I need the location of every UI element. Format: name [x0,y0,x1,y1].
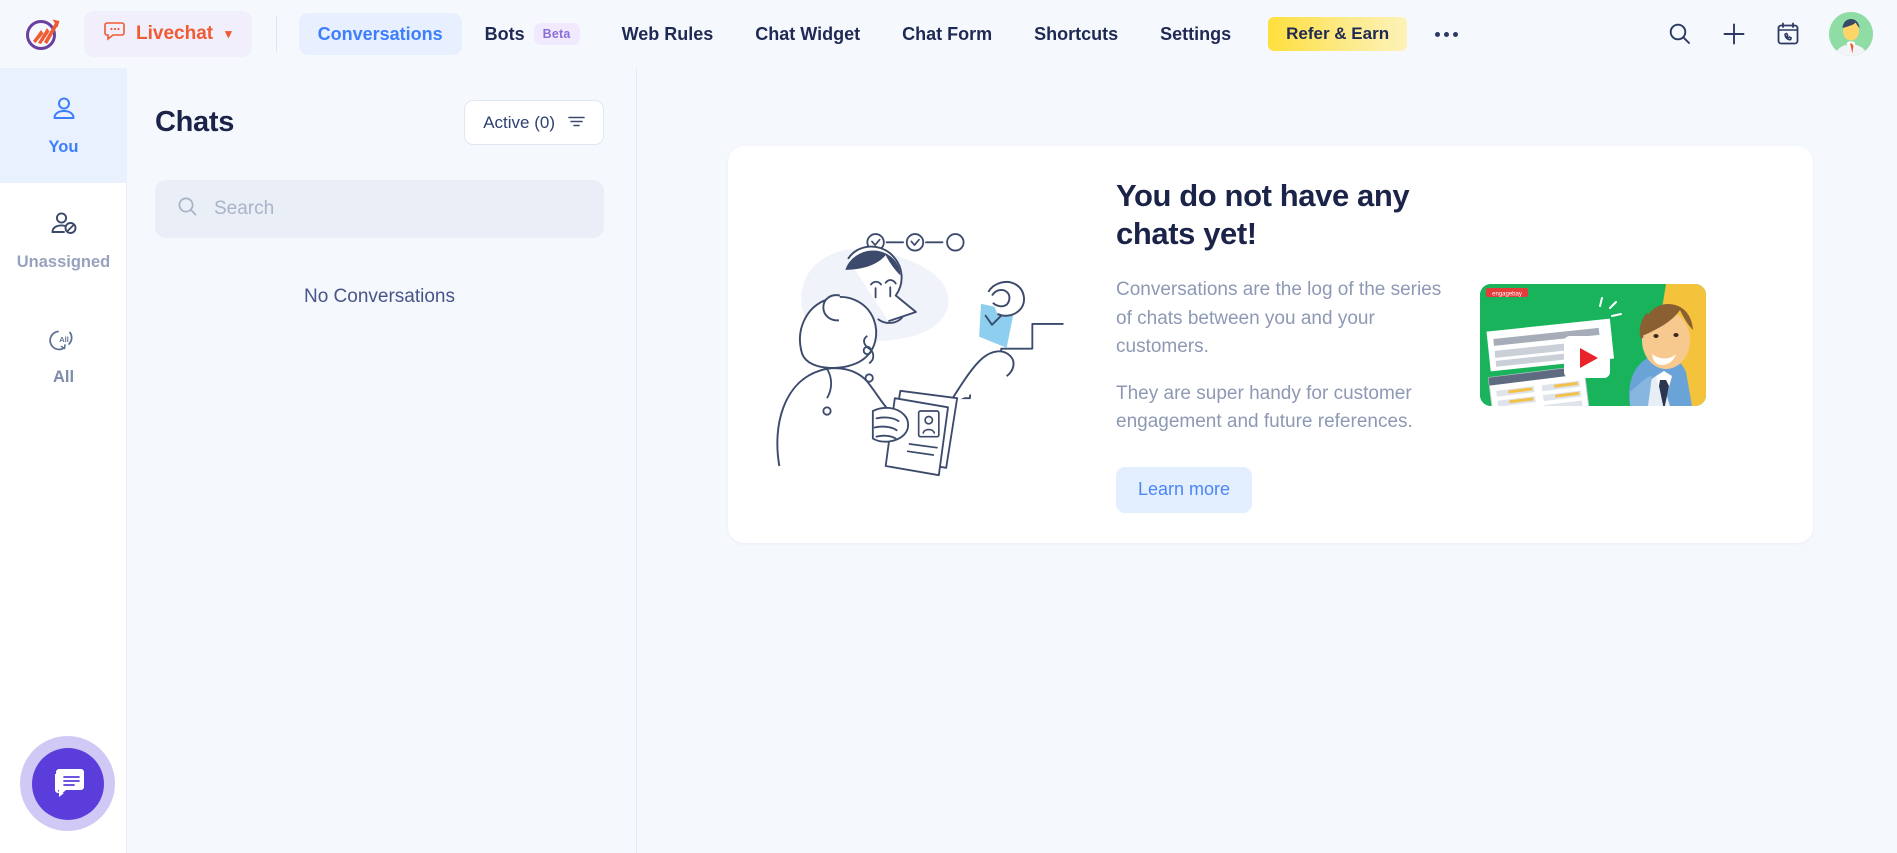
chevron-down-icon: ▾ [225,26,232,41]
product-switcher-livechat[interactable]: Livechat ▾ [84,11,252,57]
person-icon [49,94,79,129]
learn-more-button[interactable]: Learn more [1116,466,1253,513]
plus-icon[interactable] [1721,21,1747,47]
empty-state-copy: You do not have any chats yet! Conversat… [1096,177,1446,513]
empty-state-paragraph-1: Conversations are the log of the series … [1116,279,1442,357]
person-blocked-icon [49,209,79,244]
all-arrow-icon: All [48,324,79,359]
tab-label: Bots [484,23,525,44]
chat-widget-bubble[interactable] [20,736,115,831]
product-label: Livechat [136,23,214,44]
active-filter-button[interactable]: Active (0) [464,100,604,145]
tab-settings[interactable]: Settings [1141,13,1250,55]
empty-state-heading: You do not have any chats yet! [1116,177,1410,252]
search-input[interactable] [214,198,582,220]
beta-badge: Beta [533,23,580,45]
empty-state-paragraph-2: They are super handy for customer engage… [1116,382,1413,433]
chats-header: Chats Active (0) [127,68,636,145]
svg-text:All: All [59,335,69,344]
logo-icon[interactable] [14,6,70,62]
tab-label: Chat Widget [755,23,861,44]
tab-bots[interactable]: Bots Beta [466,13,599,55]
tab-label: Chat Form [902,23,993,44]
tab-label: Conversations [317,23,443,44]
chat-bubble-icon [104,21,126,47]
tab-conversations[interactable]: Conversations [298,13,462,55]
main-content: You do not have any chats yet! Conversat… [638,68,1897,853]
tab-label: Web Rules [621,23,714,44]
top-bar: Livechat ▾ Conversations Bots Beta Web R… [0,0,1897,68]
sidebar-item-all[interactable]: All All [0,298,127,413]
topbar-actions [1667,12,1873,56]
overflow-menu-icon[interactable] [1435,31,1459,37]
tab-shortcuts[interactable]: Shortcuts [1015,13,1137,55]
empty-state-card: You do not have any chats yet! Conversat… [728,146,1813,543]
chat-icon [31,747,104,820]
refer-label: Refer & Earn [1286,24,1390,43]
active-filter-label: Active (0) [483,112,555,132]
search-icon[interactable] [1667,21,1693,47]
search-box[interactable] [155,180,604,238]
sidebar-item-label: You [48,138,79,156]
no-conversations-message: No Conversations [303,286,456,307]
search-icon [177,196,198,222]
avatar[interactable] [1829,12,1873,56]
chats-panel: Chats Active (0) No Conversations [127,68,637,853]
refer-and-earn-button[interactable]: Refer & Earn [1268,17,1408,51]
tab-label: Shortcuts [1034,23,1119,44]
calendar-call-icon[interactable] [1775,21,1801,47]
sidebar-item-unassigned[interactable]: Unassigned [0,183,127,298]
person-with-documents-illustration [756,205,1096,485]
tab-label: Settings [1160,23,1232,44]
svg-text:engagebay: engagebay [1492,291,1522,297]
main-nav: Conversations Bots Beta Web Rules Chat W… [298,13,1459,55]
nav-divider [275,16,277,52]
intro-video-thumbnail[interactable]: engagebay [1480,283,1706,406]
filter-icon [568,113,585,133]
sidebar-item-label: All [52,368,75,386]
page-title: Chats [155,106,235,138]
tab-chat-widget[interactable]: Chat Widget [736,13,879,55]
tab-chat-form[interactable]: Chat Form [883,13,1011,55]
tab-web-rules[interactable]: Web Rules [603,13,733,55]
sidebar-item-label: Unassigned [16,253,111,271]
sidebar-item-you[interactable]: You [0,68,127,183]
